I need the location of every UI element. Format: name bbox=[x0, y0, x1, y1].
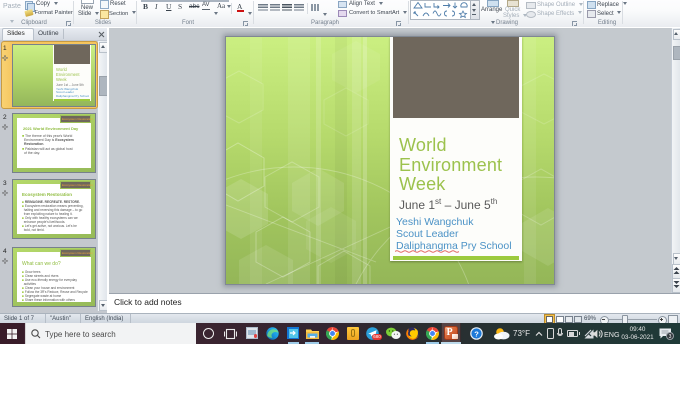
svg-text:?: ? bbox=[474, 329, 479, 338]
